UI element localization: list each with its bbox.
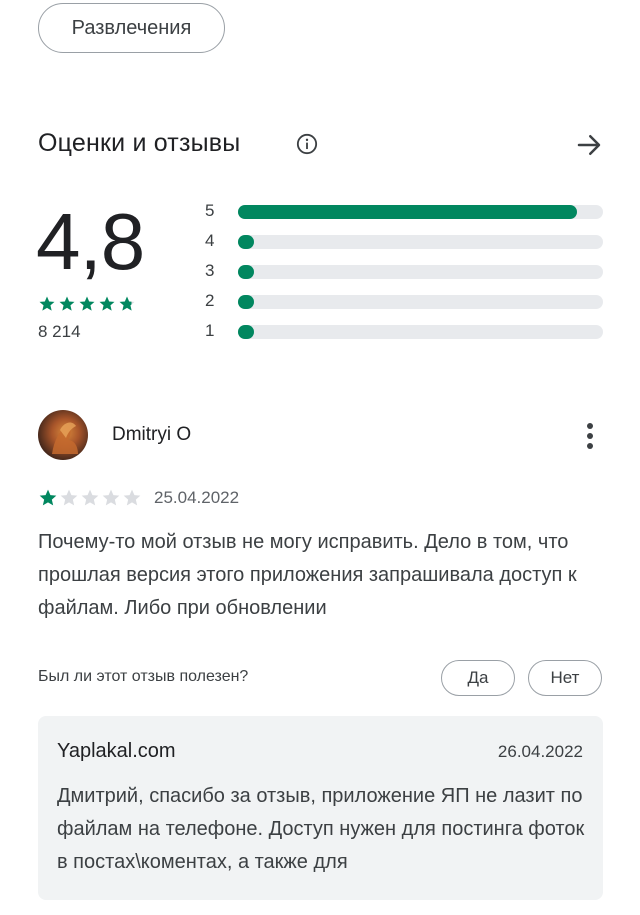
histogram-row: 5	[205, 198, 605, 228]
histogram-track	[238, 235, 603, 249]
rating-histogram: 5 4 3 2 1	[205, 198, 605, 348]
ratings-title: Оценки и отзывы	[38, 129, 241, 157]
histogram-bar	[238, 295, 254, 309]
histogram-track	[238, 325, 603, 339]
reply-fade	[513, 846, 603, 886]
star-icon	[79, 296, 95, 311]
reviewer-name: Dmitryi O	[112, 424, 192, 445]
reply-text[interactable]: Дмитрий, спасибо за отзыв, приложение ЯП…	[57, 780, 587, 879]
helpful-question: Был ли этот отзыв полезен?	[38, 668, 249, 685]
review-date: 25.04.2022	[154, 488, 240, 507]
star-icon	[59, 296, 75, 311]
star-icon	[39, 296, 55, 311]
review-stars	[38, 488, 142, 508]
star-icon	[119, 296, 135, 311]
reply-author: Yaplakal.com	[57, 740, 176, 762]
histogram-label: 3	[205, 261, 215, 280]
reply-date: 26.04.2022	[497, 742, 583, 761]
histogram-bar	[238, 265, 254, 279]
histogram-bar	[238, 205, 578, 219]
category-chip[interactable]: Развлечения	[38, 3, 225, 53]
histogram-track	[238, 265, 603, 279]
star-icon	[39, 489, 57, 506]
review-meta: 25.04.2022	[38, 488, 239, 508]
helpful-no-button[interactable]: Нет	[528, 660, 602, 696]
star-icon	[60, 489, 78, 506]
star-icon	[99, 296, 115, 311]
info-icon[interactable]	[296, 133, 318, 155]
rating-count: 8 214	[38, 322, 81, 341]
histogram-row: 3	[205, 258, 605, 288]
histogram-row: 4	[205, 228, 605, 258]
histogram-bar	[238, 325, 254, 339]
histogram-row: 1	[205, 318, 605, 348]
histogram-row: 2	[205, 288, 605, 318]
rating-score: 4,8	[36, 197, 145, 286]
reviewer-row: Dmitryi O	[38, 410, 604, 462]
star-icon	[123, 489, 141, 506]
histogram-label: 5	[205, 201, 215, 220]
rating-stars	[38, 295, 136, 313]
arrow-right-icon[interactable]	[574, 130, 604, 160]
histogram-track	[238, 205, 603, 219]
histogram-label: 1	[205, 321, 215, 340]
helpful-yes-button[interactable]: Да	[441, 660, 515, 696]
histogram-label: 4	[205, 231, 215, 250]
ratings-header[interactable]: Оценки и отзывы	[38, 126, 604, 166]
review-text[interactable]: Почему-то мой отзыв не могу исправить. Д…	[38, 526, 608, 625]
developer-reply: Yaplakal.com 26.04.2022 Дмитрий, спасибо…	[38, 716, 603, 900]
histogram-label: 2	[205, 291, 215, 310]
star-icon	[102, 489, 120, 506]
star-icon	[81, 489, 99, 506]
histogram-bar	[238, 235, 254, 249]
more-vert-icon[interactable]	[586, 422, 594, 450]
histogram-track	[238, 295, 603, 309]
avatar[interactable]	[38, 410, 88, 460]
